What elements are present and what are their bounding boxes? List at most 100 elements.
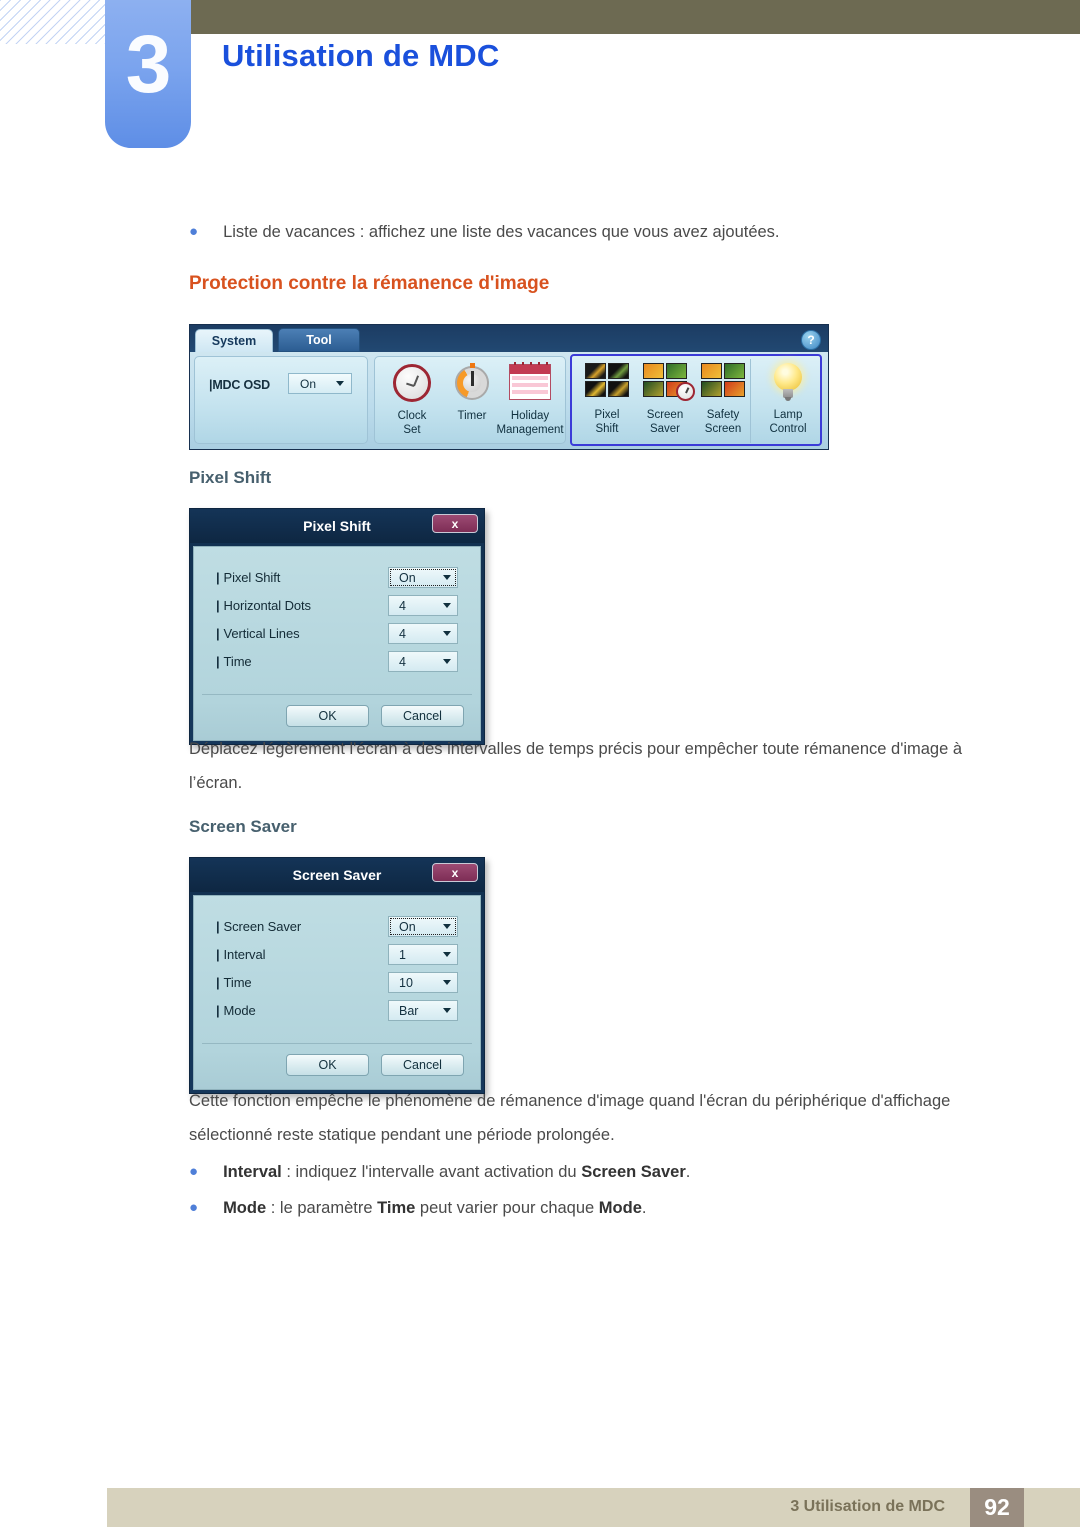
- row-label: Pixel Shift: [223, 570, 281, 585]
- time-select[interactable]: 10: [388, 972, 458, 993]
- footer-label: 3 Utilisation de MDC: [790, 1498, 945, 1515]
- chapter-number: 3: [125, 19, 172, 110]
- chevron-down-icon: [336, 381, 344, 386]
- bullet-strong: Time: [377, 1199, 416, 1217]
- row-value: Bar: [399, 1003, 419, 1018]
- mdc-tile-line1: Holiday: [510, 410, 550, 422]
- bullet-marker: ●: [189, 1199, 199, 1216]
- row-label: Screen Saver: [223, 919, 302, 934]
- pixel-shift-icon: [585, 363, 629, 397]
- mdc-tile-line2: Shift: [595, 423, 619, 436]
- dialog-title: Screen Saver: [292, 867, 382, 883]
- horizontal-dots-select[interactable]: 4: [388, 595, 458, 616]
- tab-system[interactable]: System: [195, 329, 273, 352]
- mdc-osd-value: On: [300, 376, 317, 391]
- header-olive-bar: [183, 0, 1080, 34]
- pixel-shift-select[interactable]: On: [388, 567, 458, 588]
- mdc-tile-line1: Pixel: [594, 409, 620, 421]
- mdc-tile-screen-saver[interactable]: Screen Saver: [634, 363, 696, 441]
- subsection-heading-screen-saver: Screen Saver: [189, 817, 297, 836]
- bullet-strong: Mode: [598, 1199, 642, 1217]
- mode-select[interactable]: Bar: [388, 1000, 458, 1021]
- screen-saver-description: Cette fonction empêche le phénomène de r…: [189, 1092, 951, 1144]
- bullet-strong: Screen Saver: [581, 1163, 686, 1181]
- row-label: Time: [223, 975, 252, 990]
- dialog-body: |Screen Saver On |Interval 1 |Time 10: [193, 895, 481, 1090]
- chevron-down-icon: [443, 924, 451, 929]
- chevron-down-icon: [443, 980, 451, 985]
- row-value: 4: [399, 654, 406, 669]
- mdc-tile-safety-screen[interactable]: Safety Screen: [692, 363, 754, 441]
- safety-screen-icon: [701, 363, 745, 397]
- chevron-down-icon: [443, 631, 451, 636]
- time-select[interactable]: 4: [388, 651, 458, 672]
- dialog-row: | Vertical Lines 4: [194, 620, 480, 647]
- dialog-title: Pixel Shift: [303, 518, 371, 534]
- mdc-group-schedule: Clock Set Timer Holiday Management: [374, 356, 566, 444]
- dialog-row: | Time 4: [194, 648, 480, 675]
- row-value: 4: [399, 626, 406, 641]
- row-label: Mode: [223, 1003, 256, 1018]
- mdc-tile-line2: Set: [403, 424, 421, 437]
- mdc-tile-line2: Control: [769, 423, 807, 436]
- dialog-row: | Horizontal Dots 4: [194, 592, 480, 619]
- ok-button[interactable]: OK: [286, 705, 369, 727]
- row-label: Vertical Lines: [223, 626, 300, 641]
- mdc-tile-line1: Timer: [457, 410, 487, 422]
- bullet-mid: : indiquez l'intervalle avant activation…: [281, 1163, 582, 1181]
- list-item: ● Interval : indiquez l'intervalle avant…: [189, 1160, 1019, 1186]
- mdc-tile-clock-set[interactable]: Clock Set: [381, 364, 443, 442]
- bullet-tail2: .: [641, 1199, 647, 1217]
- timer-icon: [452, 363, 492, 402]
- cancel-button[interactable]: Cancel: [381, 1054, 464, 1076]
- close-icon[interactable]: x: [432, 863, 478, 882]
- dialog-row: | Pixel Shift On: [194, 564, 480, 591]
- lamp-icon: [772, 363, 804, 403]
- mdc-osd-select[interactable]: On: [288, 373, 352, 394]
- row-value: 1: [399, 947, 406, 962]
- list-item-label: Mode : le paramètre Time peut varier pou…: [223, 1196, 646, 1222]
- calendar-icon: [509, 362, 551, 400]
- tab-tool[interactable]: Tool: [278, 328, 360, 352]
- dialog-rows: |Screen Saver On |Interval 1 |Time 10: [194, 896, 480, 1037]
- chevron-down-icon: [443, 575, 451, 580]
- close-icon[interactable]: x: [432, 514, 478, 533]
- mdc-tile-holiday-management[interactable]: Holiday Management: [495, 362, 565, 442]
- mdc-tile-line1: Safety: [706, 409, 740, 421]
- mdc-tile-line2: Screen: [704, 423, 742, 436]
- mdc-tile-timer[interactable]: Timer: [441, 363, 503, 442]
- mdc-tile-pixel-shift[interactable]: Pixel Shift: [576, 363, 638, 441]
- cancel-button[interactable]: Cancel: [381, 705, 464, 727]
- screen-saver-dialog: Screen Saver x | Screen Saver On | Interva…: [189, 857, 485, 1094]
- bullet-marker: ●: [189, 223, 199, 240]
- dialog-body: | Pixel Shift On | Horizontal Dots 4 | Vert…: [193, 546, 481, 741]
- dialog-title-bar: Pixel Shift x: [190, 509, 484, 543]
- ok-button[interactable]: OK: [286, 1054, 369, 1076]
- row-value: 10: [399, 975, 413, 990]
- clock-icon: [393, 364, 431, 402]
- mdc-tile-line1: Lamp: [773, 409, 803, 421]
- mdc-osd-label-text: MDC OSD: [212, 378, 270, 392]
- list-item-label: Interval : indiquez l'intervalle avant a…: [223, 1160, 690, 1186]
- decorative-hatch-pattern: [0, 0, 112, 44]
- help-icon[interactable]: ?: [801, 330, 821, 350]
- pixel-shift-description: Déplacez légèrement l'écran à des interv…: [189, 740, 963, 792]
- mdc-tile-line2: Saver: [649, 423, 681, 436]
- vertical-lines-select[interactable]: 4: [388, 623, 458, 644]
- page-number: 92: [970, 1488, 1024, 1527]
- interval-select[interactable]: 1: [388, 944, 458, 965]
- screen-saver-icon: [643, 363, 695, 401]
- chevron-down-icon: [443, 952, 451, 957]
- mdc-tile-line2: Management: [496, 424, 564, 437]
- screen-saver-select[interactable]: On: [388, 916, 458, 937]
- dialog-row: | Time 10: [194, 969, 480, 996]
- mdc-group-osd: |MDC OSD On: [194, 356, 368, 444]
- pixel-shift-dialog: Pixel Shift x | Pixel Shift On | Horizonta…: [189, 508, 485, 745]
- mdc-osd-label: |MDC OSD: [209, 378, 270, 392]
- mdc-tab-bar: System Tool ?: [190, 325, 828, 352]
- dialog-row: | Interval 1: [194, 941, 480, 968]
- mdc-tile-lamp-control[interactable]: Lamp Control: [757, 363, 819, 441]
- row-value: On: [399, 570, 416, 585]
- bullet-strong: Interval: [223, 1163, 282, 1181]
- section-heading: Protection contre la rémanence d'image: [189, 273, 550, 294]
